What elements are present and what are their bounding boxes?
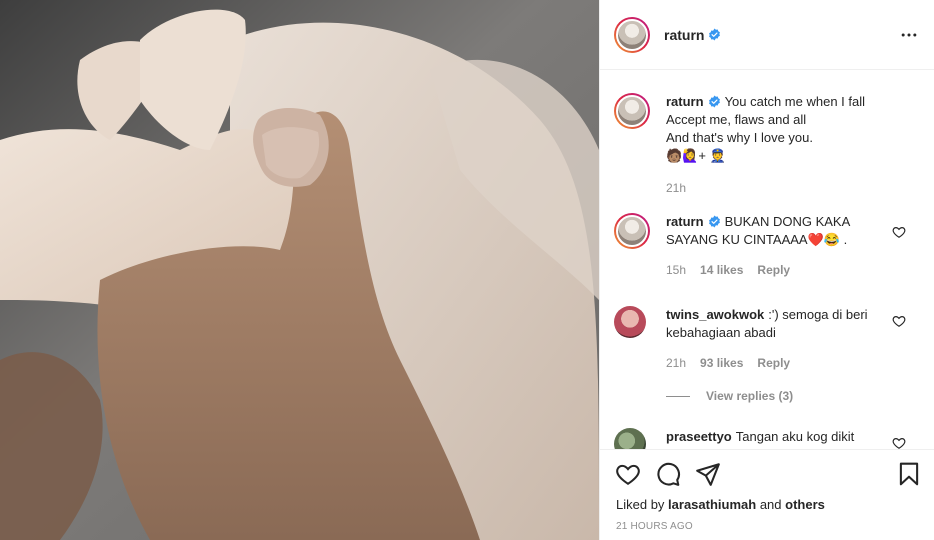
comment-username[interactable]: raturn [666,214,704,229]
caption-text-line3: And that's why I love you. [666,130,814,145]
liked-by-prefix: Liked by [616,497,665,512]
author-avatar[interactable] [614,16,650,53]
post-actions: Liked by larasathiumah and others 21 HOU… [600,449,934,540]
comment-like-heart-icon[interactable] [892,314,906,328]
comment-like-heart-icon[interactable] [892,225,906,239]
view-replies-label[interactable]: View replies (3) [706,389,793,403]
reply-button[interactable]: Reply [757,354,790,372]
comment-username[interactable]: praseettyo [666,429,732,444]
caption-time[interactable]: 21h [666,179,686,197]
comment-icon[interactable] [655,461,681,487]
post-photo[interactable] [0,0,599,540]
view-replies-button[interactable]: View replies (3) [666,389,793,403]
comment-time[interactable]: 21h [666,354,686,372]
instagram-post: raturn raturn You catch me when I fall A… [0,0,934,540]
caption-text-line1: You catch me when I fall [724,94,865,109]
liked-by-others[interactable]: others [785,497,825,512]
post-timestamp[interactable]: 21 HOURS AGO [616,521,693,532]
liked-by-conj: and [759,497,782,512]
comment-likes[interactable]: 93 likes [700,354,743,372]
caption-avatar[interactable] [614,93,650,129]
comment-time[interactable]: 15h [666,261,686,279]
comment-body: twins_awokwok:') semoga di beri kebahagi… [666,306,898,372]
comment-text: Tangan aku kog dikit [735,429,855,444]
post-header: raturn [600,0,934,70]
caption-avatar-image [616,95,648,127]
paper-plane-icon[interactable] [695,461,721,487]
comment-likes[interactable]: 14 likes [700,261,743,279]
comment-avatar-image [616,215,648,247]
comment-avatar[interactable] [614,213,650,249]
comment-body: praseettyo Tangan aku kog dikit [666,428,898,446]
author-avatar-image [616,18,648,51]
liked-by-text: Liked by larasathiumah and others [616,497,825,512]
caption-username[interactable]: raturn [666,94,704,109]
comment-avatar[interactable] [614,306,646,338]
caption-body: raturn You catch me when I fall Accept me… [666,93,898,197]
verified-badge-icon [708,215,720,228]
reply-button[interactable]: Reply [757,261,790,279]
caption-text-line2: Accept me, flaws and all [666,112,807,127]
liked-by-user[interactable]: larasathiumah [668,497,756,512]
comments-list[interactable]: raturn You catch me when I fall Accept me… [600,71,934,449]
verified-badge-icon [709,28,721,41]
caption-meta: 21h [666,179,898,197]
verified-badge-icon [708,95,720,108]
caption-emojis: 🧑🏽🙋‍♀️+ 👮 [666,148,726,163]
comment-avatar[interactable] [614,428,646,449]
comment-meta: 15h 14 likes Reply [666,261,898,279]
comment-like-heart-icon[interactable] [892,436,906,449]
post-details-panel: raturn raturn You catch me when I fall A… [599,0,934,540]
hands-photo-illustration [0,0,599,540]
author-username[interactable]: raturn [664,27,704,43]
comment-username[interactable]: twins_awokwok [666,307,764,322]
author-name-group: raturn [664,27,721,43]
comment-body: raturn BUKAN DONG KAKA SAYANG KU CINTAAAA… [666,213,898,279]
heart-icon[interactable] [615,461,641,487]
comment-meta: 21h 93 likes Reply [666,354,898,372]
replies-divider-line [666,395,690,397]
more-horizontal-icon[interactable] [899,25,919,45]
bookmark-icon[interactable] [896,461,922,487]
